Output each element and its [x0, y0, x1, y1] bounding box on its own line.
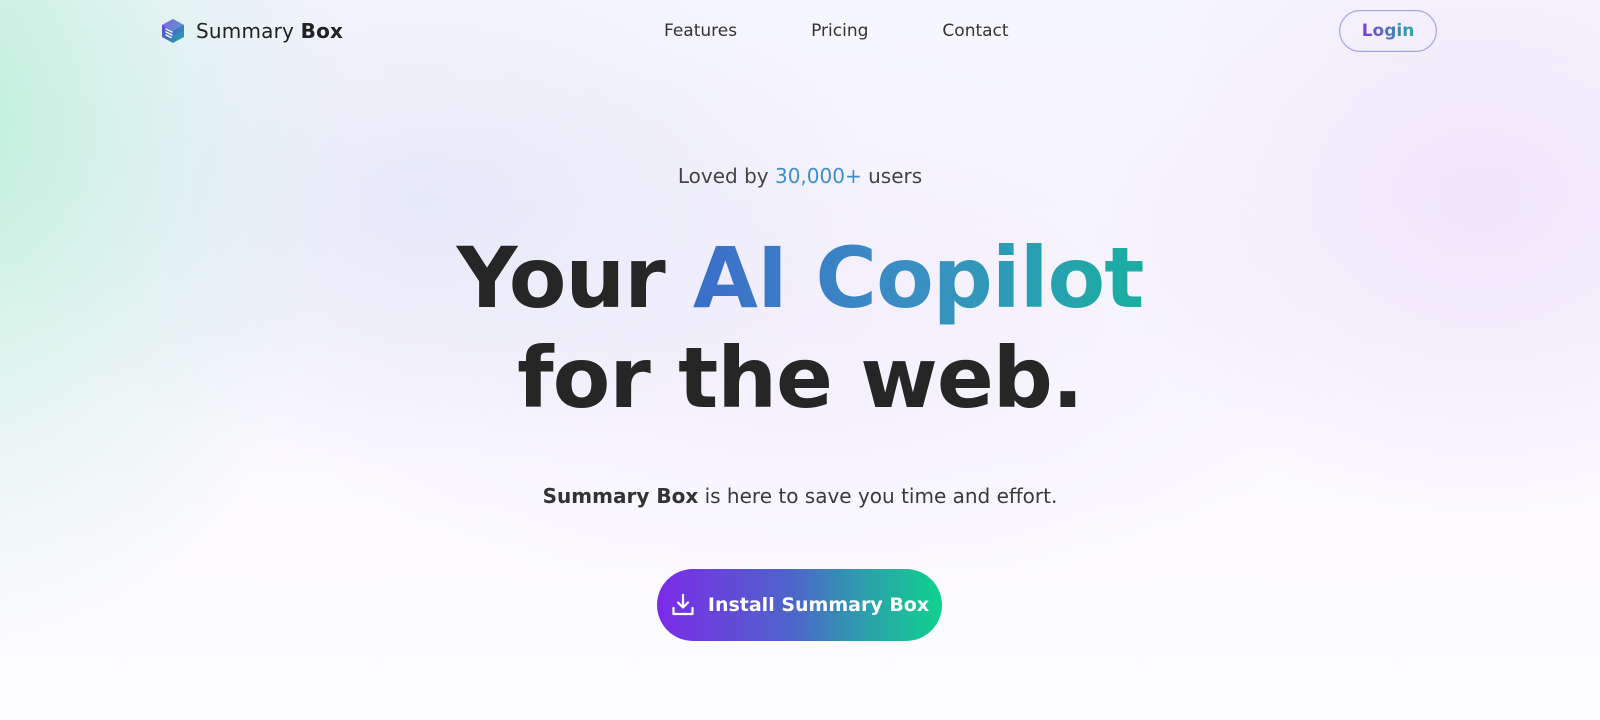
user-count: 30,000+ [774, 164, 862, 188]
hero-subtitle: Summary Box is here to save you time and… [0, 484, 1600, 508]
headline-line2: for the web. [517, 329, 1084, 427]
install-button-label: Install Summary Box [707, 594, 930, 616]
brand-name: Summary Box [196, 19, 343, 43]
headline-part1: Your [456, 229, 666, 327]
loved-suffix: users [868, 164, 923, 188]
login-button[interactable]: Login [1339, 10, 1437, 52]
loved-prefix: Loved by [677, 164, 769, 188]
nav-link-contact[interactable]: Contact [942, 20, 1008, 42]
brand-name-bold: Box [300, 19, 344, 43]
hero-headline: Your AI Copilot for the web. [0, 228, 1600, 428]
social-proof-text: Loved by 30,000+ users [0, 164, 1600, 188]
login-label: Login [1361, 21, 1415, 41]
nav-link-pricing[interactable]: Pricing [811, 20, 868, 42]
brand-logo[interactable]: Summary Box [160, 18, 343, 44]
hexagon-logo-icon [162, 19, 184, 43]
top-navbar: Summary Box Features Pricing Contact Log… [0, 0, 1600, 62]
nav-link-features[interactable]: Features [664, 20, 737, 42]
brand-name-regular: Summary [196, 19, 295, 43]
subtitle-brand: Summary Box [542, 484, 699, 508]
install-button[interactable]: Install Summary Box [657, 569, 942, 641]
download-icon [672, 593, 694, 616]
subtitle-rest: is here to save you time and effort. [704, 484, 1058, 508]
main-nav: Features Pricing Contact [664, 20, 1009, 42]
headline-accent: AI Copilot [692, 229, 1144, 327]
